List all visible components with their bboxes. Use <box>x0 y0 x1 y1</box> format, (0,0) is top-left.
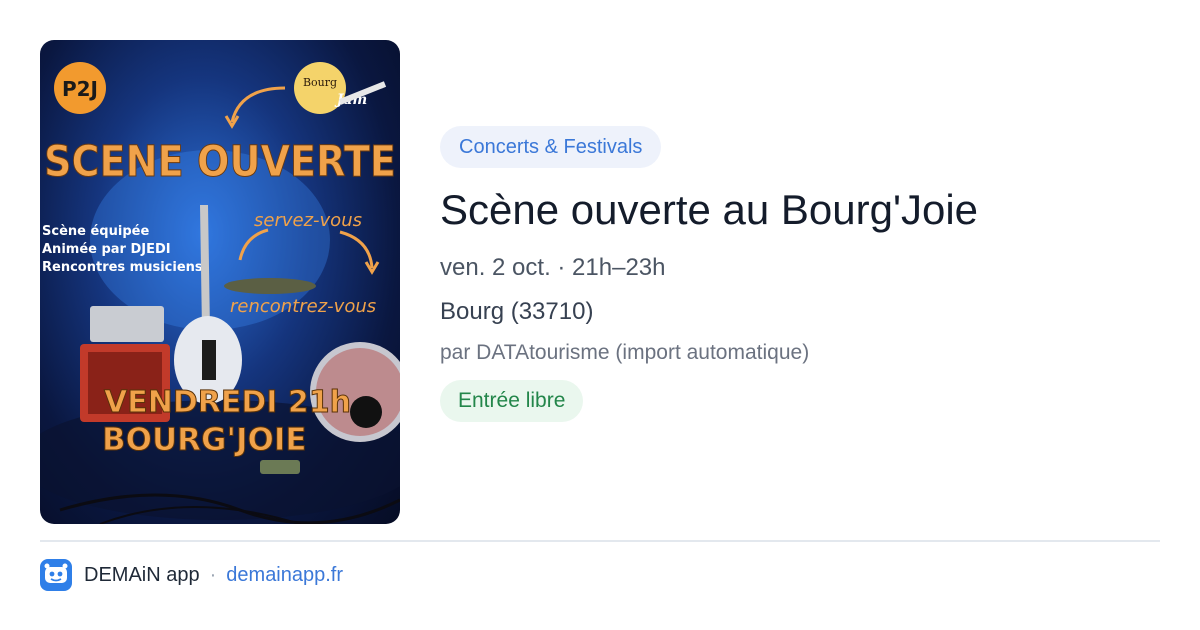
event-source: par DATAtourisme (import automatique) <box>440 341 810 364</box>
poster-artwork: P2J Bourg Jam SCENE OUVERTE Scène équipé… <box>40 62 400 524</box>
demain-app-icon <box>40 559 72 591</box>
event-info: Concerts & Festivals Scène ouverte au Bo… <box>440 126 1160 422</box>
poster-callout-1: servez-vous <box>254 210 362 231</box>
event-title[interactable]: Scène ouverte au Bourg'Joie <box>440 182 1160 238</box>
pedal-shape <box>260 460 300 474</box>
event-location: Bourg (33710) <box>440 298 594 325</box>
app-footer: DEMAiN app · demainapp.fr <box>40 558 343 592</box>
poster-headline: SCENE OUVERTE <box>44 137 396 187</box>
category-badge[interactable]: Concerts & Festivals <box>440 126 662 168</box>
poster-date-text: VENDREDI 21h <box>104 385 351 420</box>
app-website-link[interactable]: demainapp.fr <box>226 564 343 587</box>
arrow-icon <box>230 86 286 123</box>
app-name: DEMAiN app <box>84 563 200 586</box>
event-poster-image[interactable]: P2J Bourg Jam SCENE OUVERTE Scène équipé… <box>40 40 400 524</box>
p2j-logo-text: P2J <box>62 77 98 101</box>
poster-venue-text: BOURG'JOIE <box>102 422 307 458</box>
poster-tagline-1: Scène équipée <box>42 224 149 239</box>
price-badge: Entrée libre <box>440 380 584 422</box>
poster-callout-2: rencontrez-vous <box>230 296 376 317</box>
cymbal-shape <box>224 278 316 294</box>
amp-head-shape <box>90 306 164 342</box>
event-preview-card[interactable]: P2J Bourg Jam SCENE OUVERTE Scène équipé… <box>0 0 1200 630</box>
footer-separator: · <box>209 563 217 586</box>
bourg-jam-logo-text1: Bourg <box>303 76 337 89</box>
poster-tagline-2: Animée par DJEDI <box>42 242 171 257</box>
divider <box>40 540 1160 542</box>
event-datetime: ven. 2 oct. · 21h–23h <box>440 254 666 281</box>
poster-tagline-3: Rencontres musiciens <box>42 260 203 275</box>
